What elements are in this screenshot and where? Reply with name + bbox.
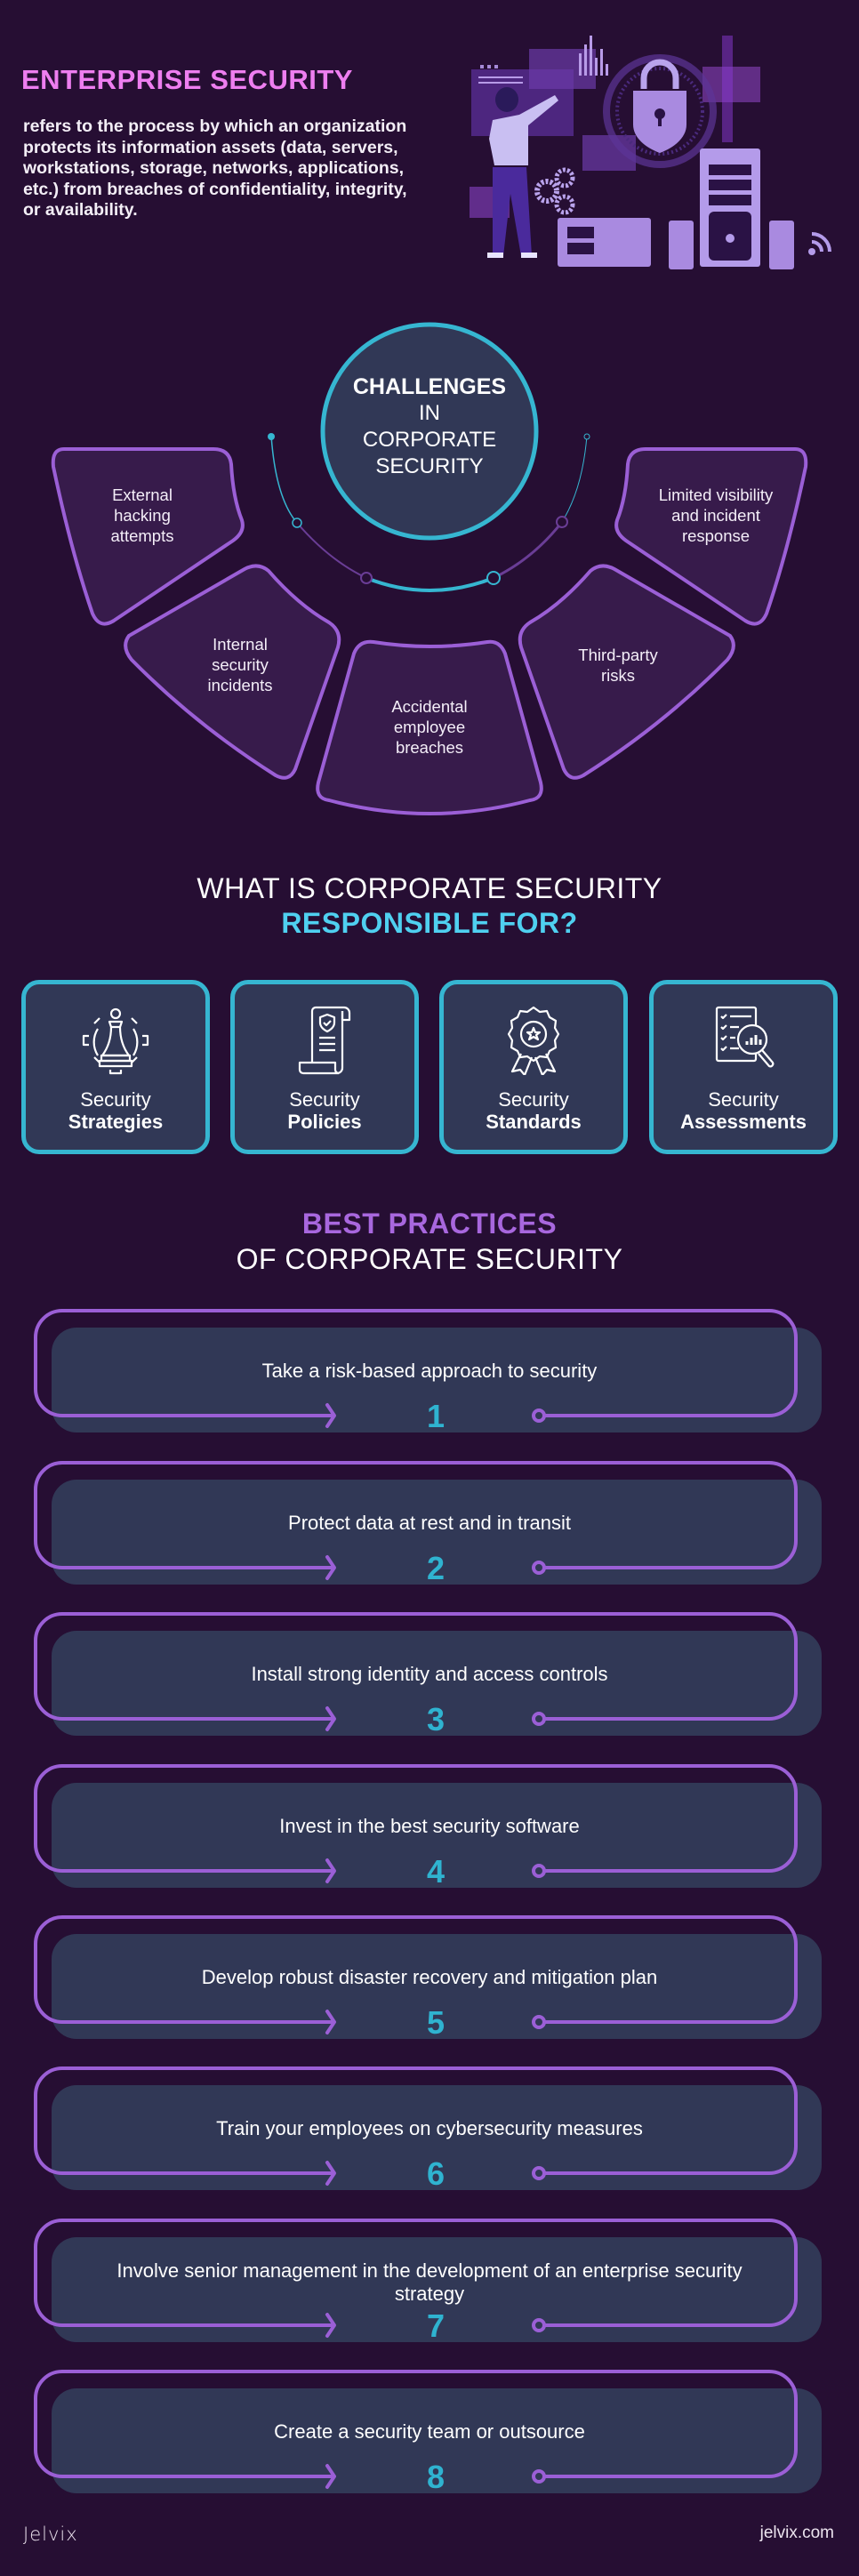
card-label-prefix: Security [708,1088,779,1111]
challenge-visibility: Limited visibility and incident response [636,485,796,546]
practice-number: 4 [426,1853,446,1890]
policy-scroll-icon [298,1006,351,1075]
practice-item: Take a risk-based approach to security 1 [0,1309,859,1442]
arc-segment [561,435,588,523]
arc-segment [296,522,367,579]
challenges-center-title: CHALLENGES IN CORPORATE SECURITY [323,373,536,480]
practice-item: Involve senior management in the develop… [0,2219,859,2352]
practice-text: Involve senior management in the develop… [116,2259,743,2305]
practice-text: Invest in the best security software [279,1815,580,1837]
challenges-title-bold: CHALLENGES [352,374,507,399]
arc-node [556,516,568,528]
connector-node-icon [532,2166,546,2180]
practice-number: 6 [426,2155,446,2192]
challenge-accidental: Accidental employee breaches [367,696,492,758]
practice-number: 2 [426,1550,446,1586]
challenge-text: External [112,486,173,504]
practice-item: Install strong identity and access contr… [0,1612,859,1745]
challenge-text: incidents [207,676,273,694]
connector-node-icon [532,1712,546,1726]
card-security-policies[interactable]: Security Policies [230,980,419,1154]
practice-text: Develop robust disaster recovery and mit… [201,1966,658,1988]
card-label: Standards [486,1111,582,1133]
practice-text: Install strong identity and access contr… [251,1663,608,1685]
card-label: Policies [287,1111,362,1133]
challenges-title-line: CORPORATE [362,428,497,452]
practice-text: Create a security team or outsource [274,2420,585,2443]
card-label-prefix: Security [80,1088,151,1111]
practice-text: Take a risk-based approach to security [261,1360,598,1382]
challenge-text: hacking [114,506,171,525]
arc-node [486,571,501,585]
challenge-text: Internal [213,635,268,654]
card-label: Assessments [680,1111,807,1133]
practice-number: 7 [426,2307,446,2344]
challenge-text: response [681,526,751,545]
practice-item: Protect data at rest and in transit 2 [0,1461,859,1594]
card-security-standards[interactable]: Security Standards [439,980,628,1154]
arc-segment [270,435,298,524]
arc-segment [365,576,494,592]
connector-node-icon [532,1561,546,1575]
arc-node [268,433,275,440]
arc-node [583,433,590,440]
brand-logo: Jelvix [23,2524,78,2545]
card-security-assessments[interactable]: Security Assessments [649,980,838,1154]
practice-item: Develop robust disaster recovery and mit… [0,1915,859,2049]
practice-item: Invest in the best security software 4 [0,1764,859,1898]
arc-node [292,518,302,528]
responsibilities-heading: WHAT IS CORPORATE SECURITY [197,872,662,904]
connector-node-icon [532,2318,546,2332]
challenge-text: Limited visibility [658,486,774,504]
challenge-text: risks [600,666,636,685]
practice-text: Train your employees on cybersecurity me… [216,2117,643,2139]
chess-gear-icon [82,1007,149,1075]
card-label: Strategies [68,1111,164,1133]
connector-node-icon [532,1864,546,1878]
practice-text: Protect data at rest and in transit [288,1512,571,1534]
practice-number: 3 [426,1701,446,1737]
challenge-text: Third-party [578,646,658,664]
practices-heading-accent: BEST PRACTICES [301,1208,558,1240]
award-badge-icon [507,1006,560,1075]
practice-number: 1 [426,1398,446,1434]
practice-item: Train your employees on cybersecurity me… [0,2066,859,2200]
card-label-prefix: Security [498,1088,569,1111]
challenge-external: External hacking attempts [80,485,205,546]
challenge-internal: Internal security incidents [178,634,302,695]
practice-number: 5 [426,2004,446,2041]
checklist-magnifier-icon [715,1006,775,1068]
challenge-text: breaches [395,738,464,757]
connector-node-icon [532,2469,546,2484]
challenges-title-line: IN [419,401,440,425]
practice-number: 8 [426,2459,446,2495]
challenge-text: Accidental [391,697,468,716]
challenge-third-party: Third-party risks [556,645,680,686]
challenge-text: security [212,655,269,674]
challenge-text: employee [393,718,466,736]
practices-heading: OF CORPORATE SECURITY [236,1243,623,1275]
connector-node-icon [532,1408,546,1423]
challenges-title-line: SECURITY [375,454,484,478]
footer-url[interactable]: jelvix.com [760,2524,834,2543]
challenge-text: attempts [110,526,174,545]
arc-node [360,572,373,584]
arc-segment [493,521,564,580]
card-security-strategies[interactable]: Security Strategies [21,980,210,1154]
card-label-prefix: Security [289,1088,360,1111]
responsibilities-heading-accent: RESPONSIBLE FOR? [281,907,578,939]
connector-node-icon [532,2015,546,2029]
challenge-text: and incident [671,506,760,525]
practice-item: Create a security team or outsource 8 [0,2370,859,2503]
